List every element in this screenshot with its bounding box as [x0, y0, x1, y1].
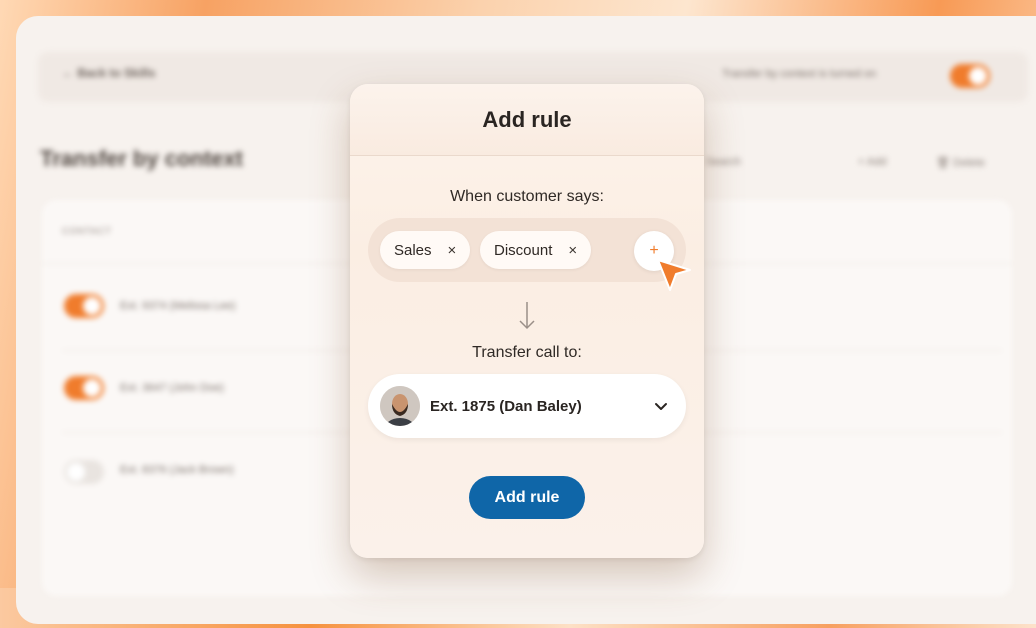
when-label: When customer says:: [450, 188, 604, 205]
add-rule-dialog: Add rule When customer says: Sales × Dis…: [350, 84, 704, 558]
close-icon[interactable]: ×: [448, 242, 457, 259]
delete-button-label: Delete: [953, 157, 985, 169]
top-toggle-label: Transfer by context is turned on: [722, 68, 877, 80]
arrow-down-icon: [519, 302, 535, 330]
dialog-header: Add rule: [350, 84, 704, 156]
row-toggle[interactable]: [64, 294, 104, 318]
back-link-label: Back to Skills: [77, 66, 156, 80]
arrow-left-icon: ←: [62, 66, 74, 80]
row-toggle[interactable]: [64, 460, 104, 484]
feature-toggle[interactable]: [950, 64, 990, 88]
selected-contact: Ext. 1875 (Dan Baley): [430, 397, 582, 415]
transfer-label: Transfer call to:: [472, 344, 582, 361]
close-icon[interactable]: ×: [568, 242, 577, 259]
transfer-target-select[interactable]: Ext. 1875 (Dan Baley): [368, 374, 686, 438]
chevron-down-icon: [655, 402, 667, 410]
dialog-title: Add rule: [482, 106, 572, 132]
keyword-chip-area: Sales × Discount × +: [368, 218, 686, 282]
search-input[interactable]: Search: [706, 156, 741, 168]
row-toggle[interactable]: [64, 376, 104, 400]
pointer-cursor-icon: [657, 259, 691, 291]
row-label: Ext. 8376 (Jack Brown): [120, 464, 234, 476]
delete-button[interactable]: 🗑 Delete: [936, 156, 985, 169]
keyword-chip: Sales ×: [380, 231, 471, 269]
row-label: Ext. 3647 (John Doe): [120, 382, 224, 394]
page-title: Transfer by context: [40, 146, 243, 171]
column-header: CONTACT: [62, 226, 112, 236]
keyword-chip: Discount ×: [480, 231, 592, 269]
keyword-chip-label: Sales: [394, 241, 432, 259]
add-button[interactable]: + Add: [858, 156, 886, 168]
trash-icon: 🗑: [936, 157, 950, 169]
avatar: [380, 386, 420, 426]
add-rule-button[interactable]: Add rule: [469, 476, 585, 519]
back-link[interactable]: ← Back to Skills: [62, 66, 155, 80]
keyword-chip-label: Discount: [494, 241, 553, 259]
row-label: Ext. 9374 (Melissa Lee): [120, 300, 236, 312]
